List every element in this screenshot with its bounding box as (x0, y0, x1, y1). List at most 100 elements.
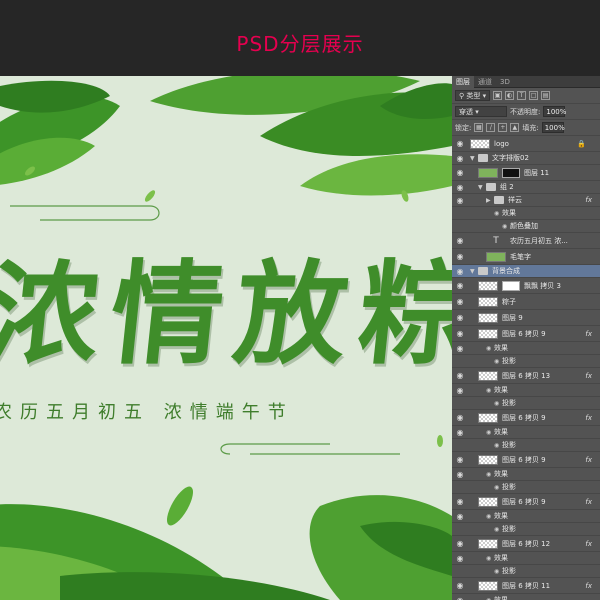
effect-eye-icon[interactable]: ◉ (486, 429, 494, 436)
lock-pixels-icon[interactable]: ▦ (474, 123, 484, 132)
visibility-eye-icon[interactable]: ◉ (452, 512, 468, 521)
visibility-eye-icon[interactable]: ◉ (452, 297, 468, 306)
layer-fx-badge[interactable]: fx (585, 196, 592, 204)
effect-eye-icon[interactable]: ◉ (486, 597, 494, 600)
visibility-eye-icon[interactable]: ◉ (452, 470, 468, 479)
layer-fx-badge[interactable]: fx (585, 498, 592, 506)
layer-fx-badge[interactable]: fx (585, 456, 592, 464)
visibility-eye-icon[interactable]: ◉ (452, 413, 468, 422)
layer-row[interactable]: ◉ 图层 6 拷贝 12 fx (452, 536, 600, 552)
text-filter-icon[interactable]: T (517, 91, 527, 100)
effect-eye-icon[interactable]: ◉ (502, 223, 510, 230)
tab-layers[interactable]: 图层 (452, 76, 474, 88)
layer-effect-row[interactable]: ◉ ◉ 效果 (452, 426, 600, 439)
visibility-eye-icon[interactable]: ◉ (452, 554, 468, 563)
visibility-eye-icon[interactable]: ◉ (452, 168, 468, 177)
layer-fx-badge[interactable]: fx (585, 540, 592, 548)
effect-eye-icon[interactable]: ◉ (486, 513, 494, 520)
layer-row[interactable]: ◉ 粽子 (452, 294, 600, 310)
effect-eye-icon[interactable]: ◉ (494, 210, 502, 217)
layer-group-row[interactable]: ◉ ▶ 祥云 fx (452, 194, 600, 207)
chevron-down-icon[interactable]: ▼ (470, 268, 478, 275)
visibility-eye-icon[interactable]: ◉ (452, 581, 468, 590)
smart-filter-icon[interactable]: ▤ (541, 91, 551, 100)
layer-effect-row[interactable]: ◉ ◉ 效果 (452, 384, 600, 397)
effect-eye-icon[interactable]: ◉ (494, 526, 502, 533)
effect-eye-icon[interactable]: ◉ (494, 484, 502, 491)
layer-effect-row[interactable]: ◉ 投影 (452, 481, 600, 494)
effect-eye-icon[interactable]: ◉ (494, 568, 502, 575)
visibility-eye-icon[interactable]: ◉ (452, 154, 468, 163)
lock-move-icon[interactable]: + (498, 123, 508, 132)
layer-row[interactable]: ◉ 图层 6 拷贝 13 fx (452, 368, 600, 384)
visibility-eye-icon[interactable]: ◉ (452, 313, 468, 322)
tab-channels[interactable]: 通道 (474, 76, 496, 88)
visibility-eye-icon[interactable]: ◉ (452, 139, 468, 148)
adjust-filter-icon[interactable]: ◐ (505, 91, 515, 100)
layer-row[interactable]: ◉ 图层 6 拷贝 9 fx (452, 326, 600, 342)
layer-effect-row[interactable]: ◉ ◉ 效果 (452, 510, 600, 523)
layer-fx-badge[interactable]: fx (585, 372, 592, 380)
effect-eye-icon[interactable]: ◉ (486, 555, 494, 562)
shape-filter-icon[interactable]: □ (529, 91, 539, 100)
visibility-eye-icon[interactable]: ◉ (452, 196, 468, 205)
visibility-eye-icon[interactable]: ◉ (452, 281, 468, 290)
layer-row[interactable]: ◉ 飘飘 拷贝 3 (452, 278, 600, 294)
visibility-eye-icon[interactable]: ◉ (452, 386, 468, 395)
visibility-eye-icon[interactable]: ◉ (452, 344, 468, 353)
effect-eye-icon[interactable]: ◉ (486, 387, 494, 394)
visibility-eye-icon[interactable]: ◉ (452, 329, 468, 338)
layer-group-row[interactable]: ◉ ▼ 背景合成 (452, 265, 600, 278)
layer-group-row[interactable]: ◉ ▼ 文字排版02 (452, 152, 600, 165)
layer-effect-row[interactable]: ◉ ◉ 效果 (452, 594, 600, 600)
lock-all-icon[interactable]: ▲ (510, 123, 520, 132)
opacity-field[interactable]: 100% (543, 106, 566, 117)
layer-effect-row[interactable]: ◉ ◉ 效果 (452, 342, 600, 355)
layer-row[interactable]: ◉ 图层 6 拷贝 9 fx (452, 452, 600, 468)
filter-type-dropdown[interactable]: ⚲ 类型 ▾ (455, 90, 491, 101)
layer-fx-badge[interactable]: fx (585, 582, 592, 590)
chevron-right-icon[interactable]: ▶ (486, 197, 494, 204)
visibility-eye-icon[interactable]: ◉ (452, 371, 468, 380)
visibility-eye-icon[interactable]: ◉ (452, 428, 468, 437)
chevron-down-icon[interactable]: ▼ (470, 155, 478, 162)
layer-effect-row[interactable]: ◉ 颜色叠加 (452, 220, 600, 233)
effect-eye-icon[interactable]: ◉ (494, 442, 502, 449)
effect-eye-icon[interactable]: ◉ (494, 358, 502, 365)
layer-row[interactable]: ◉ 毛笔字 (452, 249, 600, 265)
effect-eye-icon[interactable]: ◉ (486, 345, 494, 352)
visibility-eye-icon[interactable]: ◉ (452, 267, 468, 276)
layer-fx-badge[interactable]: fx (585, 330, 592, 338)
layer-row[interactable]: ◉ 图层 9 (452, 310, 600, 326)
layer-row[interactable]: ◉ T 农历五月初五 浓... (452, 233, 600, 249)
layer-effect-row[interactable]: ◉ 投影 (452, 523, 600, 536)
visibility-eye-icon[interactable]: ◉ (452, 596, 468, 600)
layer-effect-row[interactable]: ◉ 投影 (452, 355, 600, 368)
visibility-eye-icon[interactable]: ◉ (452, 236, 468, 245)
visibility-eye-icon[interactable]: ◉ (452, 252, 468, 261)
layer-row[interactable]: ◉ 图层 11 (452, 165, 600, 181)
layer-effect-row[interactable]: ◉ 投影 (452, 397, 600, 410)
layer-row[interactable]: ◉ 图层 6 拷贝 11 fx (452, 578, 600, 594)
effect-eye-icon[interactable]: ◉ (486, 471, 494, 478)
layer-row[interactable]: ◉ 图层 6 拷贝 9 fx (452, 410, 600, 426)
layer-effect-row[interactable]: ◉ ◉ 效果 (452, 552, 600, 565)
tab-3d[interactable]: 3D (496, 76, 514, 88)
visibility-eye-icon[interactable]: ◉ (452, 455, 468, 464)
layer-group-row[interactable]: ◉ ▼ 组 2 (452, 181, 600, 194)
effect-eye-icon[interactable]: ◉ (494, 400, 502, 407)
layer-fx-badge[interactable]: fx (585, 414, 592, 422)
layer-effect-row[interactable]: ◉ 投影 (452, 439, 600, 452)
visibility-eye-icon[interactable]: ◉ (452, 183, 468, 192)
layer-row[interactable]: ◉ logo 🔒 (452, 136, 600, 152)
blend-mode-dropdown[interactable]: 穿透 ▾ (455, 106, 507, 117)
lock-brush-icon[interactable]: / (486, 123, 496, 132)
fill-field[interactable]: 100% (541, 122, 565, 133)
layer-row[interactable]: ◉ 图层 6 拷贝 9 fx (452, 494, 600, 510)
layer-effect-row[interactable]: ◉ 投影 (452, 565, 600, 578)
pixel-filter-icon[interactable]: ▣ (493, 91, 503, 100)
layer-effect-row[interactable]: ◉ ◉ 效果 (452, 468, 600, 481)
layer-effect-row[interactable]: ◉ 效果 (452, 207, 600, 220)
visibility-eye-icon[interactable]: ◉ (452, 539, 468, 548)
visibility-eye-icon[interactable]: ◉ (452, 497, 468, 506)
